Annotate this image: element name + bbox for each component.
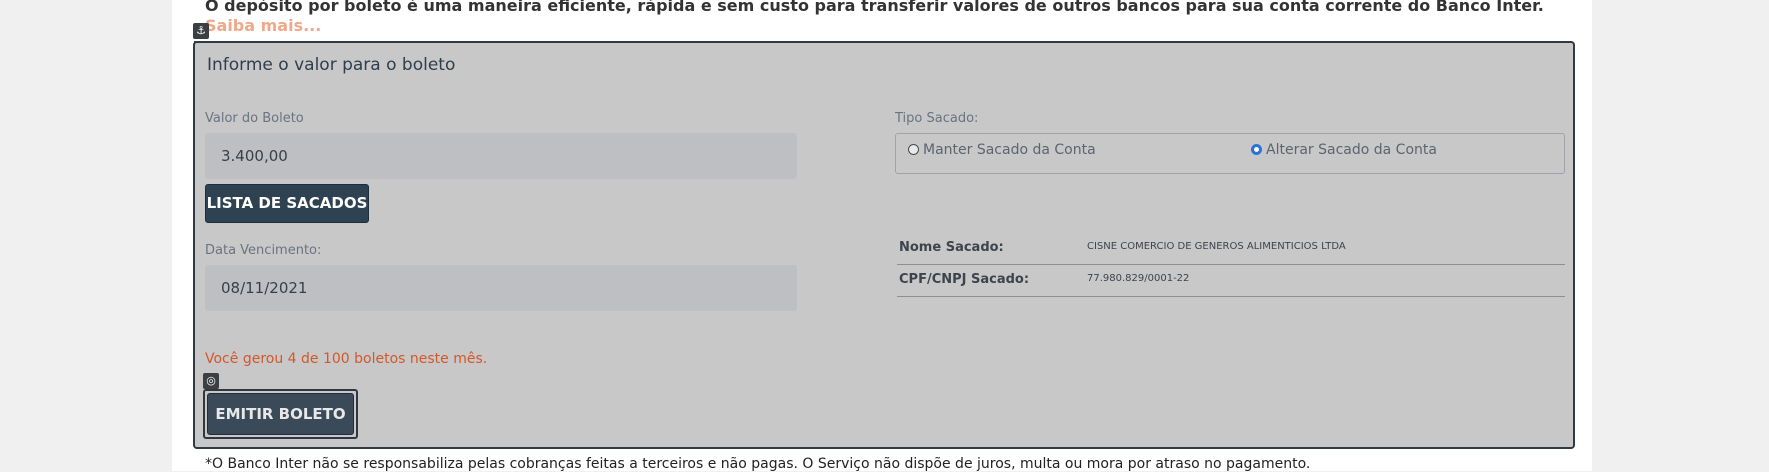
intro-text: O depósito por boleto é uma maneira efic… [205,0,1565,36]
target-icon: ◎ [203,373,219,389]
nome-sacado-value: CISNE COMERCIO DE GENEROS ALIMENTICIOS L… [1087,241,1346,252]
cpf-cnpj-key: CPF/CNPJ Sacado: [899,272,1030,287]
valor-label: Valor do Boleto [205,111,304,126]
boleto-count-notice: Você gerou 4 de 100 boletos neste mês. [205,351,488,367]
lista-sacados-button[interactable]: LISTA DE SACADOS [205,184,369,223]
saiba-mais-link[interactable]: Saiba mais... [205,16,321,35]
radio-manter-sacado[interactable]: Manter Sacado da Conta [908,142,1096,158]
radio-unchecked-icon[interactable] [908,144,919,155]
disclaimer-note: *O Banco Inter não se responsabiliza pel… [205,456,1311,472]
nome-sacado-row: Nome Sacado: CISNE COMERCIO DE GENEROS A… [897,233,1565,265]
valor-input[interactable] [205,133,797,179]
nome-sacado-key: Nome Sacado: [899,240,1004,255]
cpf-cnpj-row: CPF/CNPJ Sacado: 77.980.829/0001-22 [897,265,1565,297]
intro-description: O depósito por boleto é uma maneira efic… [205,0,1544,15]
emitir-button-frame: EMITIR BOLETO [203,389,358,439]
tipo-sacado-group: Manter Sacado da Conta Alterar Sacado da… [895,133,1565,174]
radio-alterar-label: Alterar Sacado da Conta [1266,142,1437,158]
radio-alterar-sacado[interactable]: Alterar Sacado da Conta [1251,142,1437,158]
radio-checked-icon[interactable] [1251,144,1262,155]
tipo-sacado-label: Tipo Sacado: [895,111,979,126]
anchor-icon: ⚓ [193,23,209,39]
vencimento-label: Data Vencimento: [205,243,322,258]
vencimento-input[interactable] [205,265,797,311]
cpf-cnpj-value: 77.980.829/0001-22 [1087,273,1190,284]
boleto-panel: Informe o valor para o boleto Valor do B… [193,41,1575,449]
emitir-boleto-button[interactable]: EMITIR BOLETO [207,393,354,435]
panel-title: Informe o valor para o boleto [207,55,456,75]
radio-manter-label: Manter Sacado da Conta [923,142,1096,158]
